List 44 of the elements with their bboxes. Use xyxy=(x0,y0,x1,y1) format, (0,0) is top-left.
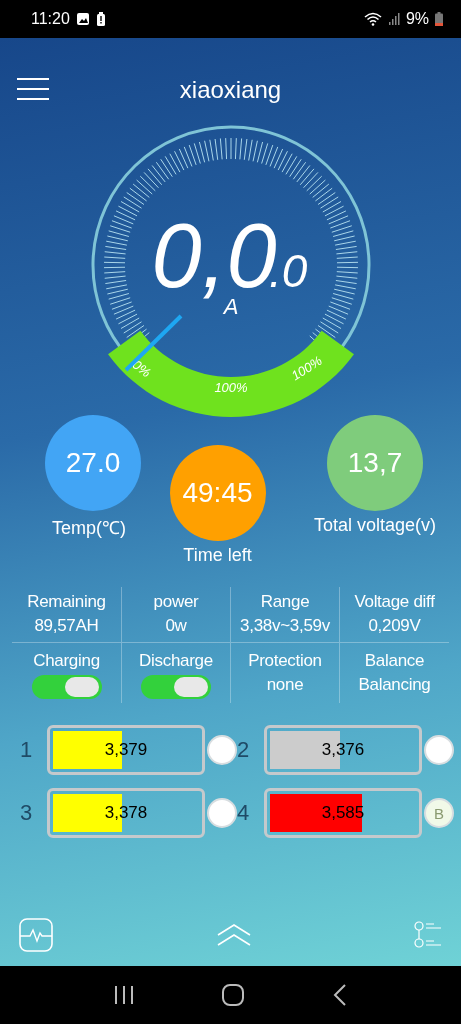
cell-number: 4 xyxy=(237,800,251,826)
stat-value: 13,7 xyxy=(347,447,403,479)
menu-icon[interactable] xyxy=(17,78,49,100)
timeline-icon[interactable] xyxy=(414,921,442,949)
balance-indicator: B xyxy=(424,798,454,828)
stat-value: 27.0 xyxy=(65,447,121,479)
cell-number: 3 xyxy=(20,800,34,826)
control-value: Balancing xyxy=(358,674,431,696)
stat-label: Temp(℃) xyxy=(52,517,126,539)
control-label: Balance xyxy=(364,650,425,672)
info-label: Range xyxy=(260,591,310,613)
stat-value: 49:45 xyxy=(182,477,253,509)
info-value: 89,57AH xyxy=(34,615,99,637)
back-icon[interactable] xyxy=(332,984,347,1006)
app-title: xiaoxiang xyxy=(179,76,282,104)
control-label: Protection xyxy=(248,650,322,672)
info-label: Voltage diff xyxy=(354,591,435,613)
cell-number: 1 xyxy=(20,737,34,763)
control-label: Charging xyxy=(33,650,100,672)
control-label: Discharge xyxy=(139,650,213,672)
stat-label: Total voltage(v) xyxy=(313,515,437,536)
info-label: Remaining xyxy=(27,591,106,613)
chevron-up-icon[interactable] xyxy=(216,923,251,947)
home-icon[interactable] xyxy=(222,984,245,1006)
recent-apps-icon[interactable] xyxy=(114,986,135,1004)
info-value: 0,209V xyxy=(368,615,421,637)
scale-label: 100% xyxy=(213,380,248,395)
info-value: 3,38v~3,59v xyxy=(240,615,330,637)
battery-icon xyxy=(435,12,443,26)
stat-label: Time left xyxy=(183,545,252,566)
alert-icon xyxy=(95,12,106,26)
activity-icon[interactable] xyxy=(19,918,53,952)
clock: 11:20 xyxy=(31,10,70,28)
scale-label: 0% xyxy=(129,356,154,381)
wifi-icon xyxy=(363,12,382,26)
image-icon xyxy=(75,12,90,26)
toggle-switch[interactable] xyxy=(31,675,102,699)
toggle-switch[interactable] xyxy=(141,675,211,699)
battery-percent: 9% xyxy=(405,10,429,28)
control-value: none xyxy=(266,674,304,696)
signal-icon xyxy=(387,12,400,26)
info-value: 0w xyxy=(165,615,187,637)
info-label: power xyxy=(153,591,199,613)
cell-number: 2 xyxy=(237,737,251,763)
